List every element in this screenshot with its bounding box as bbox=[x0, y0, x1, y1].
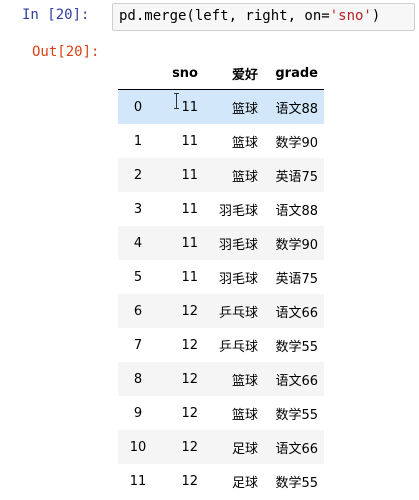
cell-grade: 英语75 bbox=[275, 271, 318, 287]
cell-sno: 11 bbox=[181, 167, 198, 183]
cell-grade: 数学55 bbox=[275, 475, 318, 491]
cell-hobby: 足球 bbox=[231, 475, 258, 491]
cell-grade: 数学90 bbox=[275, 135, 318, 151]
row-index: 9 bbox=[133, 405, 143, 421]
table-row: 5 11 羽毛球 英语75 bbox=[118, 260, 324, 294]
input-prompt: In [20]: bbox=[22, 7, 90, 23]
column-header-sno: sno bbox=[158, 57, 204, 90]
cell-hobby: 足球 bbox=[231, 441, 258, 457]
table-row: 3 11 羽毛球 语文88 bbox=[118, 192, 324, 226]
cell-hobby: 羽毛球 bbox=[218, 203, 258, 219]
cell-sno: 12 bbox=[181, 371, 198, 387]
cell-hobby: 乒乓球 bbox=[218, 305, 258, 321]
output-prompt: Out[20]: bbox=[32, 44, 100, 60]
cell-hobby: 羽毛球 bbox=[218, 237, 258, 253]
table-row: 2 11 篮球 英语75 bbox=[118, 158, 324, 192]
cell-sno: 11 bbox=[181, 99, 198, 115]
row-index: 5 bbox=[133, 269, 143, 285]
cell-sno: 12 bbox=[181, 439, 198, 455]
row-index: 6 bbox=[133, 303, 143, 319]
row-index: 1 bbox=[133, 133, 143, 149]
column-header-grade: grade bbox=[264, 57, 324, 90]
cell-hobby: 篮球 bbox=[231, 407, 258, 423]
cell-grade: 语文66 bbox=[275, 305, 318, 321]
table-row: 9 12 篮球 数学55 bbox=[118, 396, 324, 430]
table-row: 0 11 篮球 语文88 bbox=[118, 89, 324, 124]
cell-sno: 12 bbox=[181, 405, 198, 421]
cell-hobby: 篮球 bbox=[231, 101, 258, 117]
text-cursor-icon bbox=[174, 93, 179, 109]
column-header-hobby: 爱好 bbox=[204, 57, 264, 90]
row-index: 0 bbox=[133, 99, 143, 115]
code-text: pd.merge(left, right, on='sno') bbox=[119, 8, 380, 24]
table-header-row: sno 爱好 grade bbox=[118, 57, 324, 90]
cell-hobby: 篮球 bbox=[231, 135, 258, 151]
code-suffix: ) bbox=[371, 8, 381, 24]
row-index: 8 bbox=[133, 371, 143, 387]
cell-sno: 12 bbox=[181, 473, 198, 489]
table-row: 1 11 篮球 数学90 bbox=[118, 124, 324, 158]
cell-sno: 11 bbox=[181, 201, 198, 217]
cell-grade: 语文66 bbox=[275, 373, 318, 389]
table-row: 10 12 足球 语文66 bbox=[118, 430, 324, 464]
cell-sno: 12 bbox=[181, 303, 198, 319]
cell-sno: 12 bbox=[181, 337, 198, 353]
table-row: 6 12 乒乓球 语文66 bbox=[118, 294, 324, 328]
row-index: 4 bbox=[133, 235, 143, 251]
cell-hobby: 羽毛球 bbox=[218, 271, 258, 287]
index-header bbox=[118, 57, 158, 90]
row-index: 7 bbox=[133, 337, 143, 353]
table-row: 7 12 乒乓球 数学55 bbox=[118, 328, 324, 362]
cell-hobby: 篮球 bbox=[231, 373, 258, 389]
row-index: 2 bbox=[133, 167, 143, 183]
row-index: 10 bbox=[129, 439, 147, 455]
cell-grade: 数学55 bbox=[275, 339, 318, 355]
row-index: 3 bbox=[133, 201, 143, 217]
cell-grade: 数学55 bbox=[275, 407, 318, 423]
row-index: 11 bbox=[129, 473, 147, 489]
cell-grade: 数学90 bbox=[275, 237, 318, 253]
cell-sno: 11 bbox=[181, 235, 198, 251]
cell-hobby: 乒乓球 bbox=[218, 339, 258, 355]
table-row: 4 11 羽毛球 数学90 bbox=[118, 226, 324, 260]
cell-grade: 语文88 bbox=[275, 203, 318, 219]
cell-sno: 11 bbox=[181, 133, 198, 149]
cell-grade: 英语75 bbox=[275, 169, 318, 185]
cell-sno: 11 bbox=[181, 269, 198, 285]
table-row: 11 12 足球 数学55 bbox=[118, 464, 324, 498]
cell-hobby: 篮球 bbox=[231, 169, 258, 185]
table-row: 8 12 篮球 语文66 bbox=[118, 362, 324, 396]
code-input-area[interactable]: pd.merge(left, right, on='sno') bbox=[112, 3, 415, 31]
code-prefix: pd.merge(left, right, on= bbox=[119, 8, 330, 24]
code-string-literal: 'sno' bbox=[329, 8, 372, 24]
cell-grade: 语文66 bbox=[275, 441, 318, 457]
cell-grade: 语文88 bbox=[275, 101, 318, 117]
dataframe-table: sno 爱好 grade 0 11 篮球 语文88 1 11 篮球 数学90 2 11 篮球 英语75… bbox=[118, 57, 324, 498]
